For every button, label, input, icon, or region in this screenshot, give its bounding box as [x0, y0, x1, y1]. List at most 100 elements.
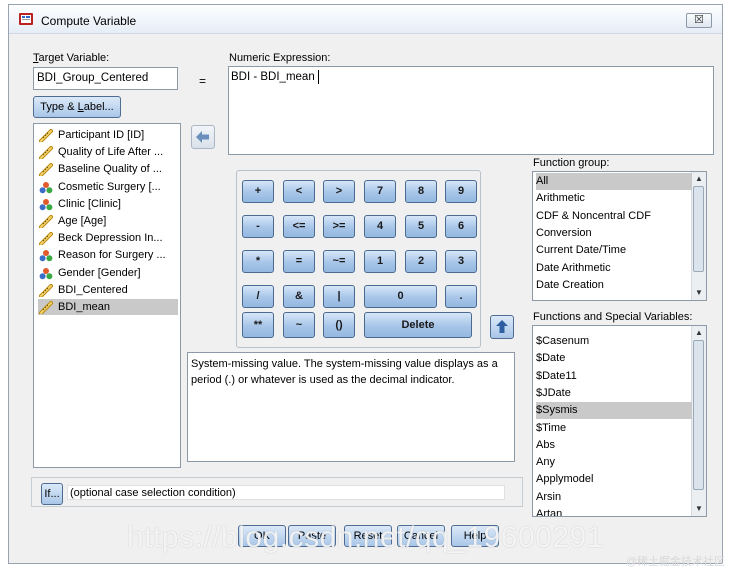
type-label-button[interactable]: Type & Label... — [33, 96, 121, 118]
function-group-item[interactable]: All — [536, 173, 692, 190]
keypad-button[interactable]: & — [283, 285, 315, 308]
function-item[interactable]: Artan — [536, 506, 692, 516]
scroll-thumb[interactable] — [693, 186, 704, 272]
close-button[interactable]: ☒ — [686, 13, 712, 28]
title-bar: Compute Variable ☒ — [9, 5, 722, 34]
function-group-item[interactable]: Arithmetic — [536, 190, 692, 207]
function-group-item[interactable]: Date Creation — [536, 277, 692, 294]
function-group-item[interactable]: Date Arithmetic — [536, 260, 692, 277]
keypad-button[interactable]: ** — [242, 312, 274, 338]
window-title: Compute Variable — [41, 14, 137, 28]
variable-item[interactable]: Beck Depression In... — [38, 230, 178, 246]
keypad-button[interactable]: >= — [323, 215, 355, 238]
keypad-button[interactable]: - — [242, 215, 274, 238]
keypad-button[interactable]: = — [283, 250, 315, 273]
keypad-button[interactable]: + — [242, 180, 274, 203]
function-group-item[interactable]: Current Date/Time — [536, 242, 692, 259]
keypad-button[interactable]: ~= — [323, 250, 355, 273]
keypad-button[interactable]: > — [323, 180, 355, 203]
functions-list[interactable]: ▲ ▼ $Casenum $Date $Date11 $JDate $Sysmis $Ti… — [532, 325, 707, 517]
variable-item[interactable]: Reason for Surgery ... — [38, 247, 178, 263]
scroll-up-icon[interactable]: ▲ — [693, 327, 705, 339]
function-item[interactable]: $Time — [536, 420, 692, 437]
delete-button[interactable]: Delete — [364, 312, 472, 338]
scroll-thumb[interactable] — [693, 340, 704, 490]
app-icon — [19, 13, 33, 25]
keypad-button[interactable]: 4 — [364, 215, 396, 238]
compute-variable-dialog: Compute Variable ☒ Target Variable: BDI_… — [8, 4, 723, 564]
scroll-down-icon[interactable]: ▼ — [693, 287, 705, 299]
move-function-up-button[interactable] — [490, 315, 514, 339]
function-description: System-missing value. The system-missing… — [187, 352, 515, 462]
keypad-button[interactable]: 3 — [445, 250, 477, 273]
variable-item[interactable]: Cosmetic Surgery [... — [38, 179, 178, 195]
variable-label: Cosmetic Surgery [... — [58, 180, 161, 193]
if-button-label: If... — [44, 488, 60, 500]
keypad-button[interactable]: | — [323, 285, 355, 308]
arrow-left-icon — [196, 131, 209, 143]
move-variable-button[interactable] — [191, 125, 215, 149]
variable-label: Beck Depression In... — [58, 232, 163, 245]
numeric-expression-value: BDI - BDI_mean — [231, 71, 315, 83]
variable-label: Age [Age] — [58, 215, 107, 227]
variable-label: BDI_Centered — [58, 283, 128, 296]
keypad-button[interactable]: 7 — [364, 180, 396, 203]
variable-label: Clinic [Clinic] — [58, 197, 121, 210]
functions-label: Functions and Special Variables: — [533, 311, 693, 323]
keypad-button[interactable]: < — [283, 180, 315, 203]
variable-label: Quality of Life After ... — [58, 146, 164, 159]
variable-label: Gender [Gender] — [58, 266, 141, 279]
keypad-button[interactable]: 2 — [405, 250, 437, 273]
variable-item[interactable]: BDI_mean — [38, 299, 178, 315]
keypad-button[interactable]: 0 — [364, 285, 437, 308]
keypad-button[interactable]: . — [445, 285, 477, 308]
variable-item[interactable]: Participant ID [ID] — [38, 127, 178, 143]
variable-label: Baseline Quality of ... — [58, 163, 162, 176]
keypad-button[interactable]: * — [242, 250, 274, 273]
function-group-item[interactable]: CDF & Noncentral CDF — [536, 208, 692, 225]
keypad-button[interactable]: <= — [283, 215, 315, 238]
function-group-scrollbar[interactable]: ▲ ▼ — [691, 172, 706, 300]
keypad-button[interactable]: ~ — [283, 312, 315, 338]
function-group-item[interactable]: Conversion — [536, 225, 692, 242]
text-cursor — [318, 70, 319, 84]
function-item[interactable]: Any — [536, 454, 692, 471]
keypad-button[interactable]: 9 — [445, 180, 477, 203]
function-item[interactable]: $JDate — [536, 385, 692, 402]
variable-item[interactable]: Gender [Gender] — [38, 265, 178, 281]
function-item[interactable]: $Date11 — [536, 368, 692, 385]
if-condition-text: (optional case selection condition) — [70, 487, 236, 499]
keypad-button[interactable]: 8 — [405, 180, 437, 203]
keypad-button[interactable]: 6 — [445, 215, 477, 238]
variable-item[interactable]: Clinic [Clinic] — [38, 196, 178, 212]
function-item[interactable]: Arsin — [536, 489, 692, 506]
scroll-up-icon[interactable]: ▲ — [693, 173, 705, 185]
function-item[interactable]: $Date — [536, 350, 692, 367]
variable-item[interactable]: BDI_Centered — [38, 282, 178, 298]
function-group-list[interactable]: ▲ ▼ All Arithmetic CDF & Noncentral CDF Con… — [532, 171, 707, 301]
function-item[interactable]: Applymodel — [536, 471, 692, 488]
keypad-button[interactable]: / — [242, 285, 274, 308]
variable-item[interactable]: Quality of Life After ... — [38, 144, 178, 160]
scroll-down-icon[interactable]: ▼ — [693, 503, 705, 515]
credit-text: @稀土掘金技术社区 — [625, 556, 725, 568]
numeric-expression-input[interactable]: BDI - BDI_mean — [228, 66, 714, 155]
variable-item[interactable]: Age [Age] — [38, 213, 178, 229]
keypad-button[interactable]: 1 — [364, 250, 396, 273]
function-item[interactable]: $Sysmis — [536, 402, 692, 420]
target-variable-label-text: arget Variable: — [38, 52, 110, 64]
variable-item[interactable]: Baseline Quality of ... — [38, 161, 178, 177]
target-variable-value: BDI_Group_Centered — [37, 72, 149, 84]
keypad-button[interactable]: () — [323, 312, 355, 338]
function-item[interactable]: Abs — [536, 437, 692, 454]
functions-scrollbar[interactable]: ▲ ▼ — [691, 326, 706, 516]
variable-label: BDI_mean — [58, 301, 110, 313]
if-button[interactable]: If... — [41, 483, 63, 505]
target-variable-label: Target Variable: — [33, 52, 110, 64]
equals-sign: = — [199, 74, 207, 88]
variable-list[interactable]: Participant ID [ID] Quality of Life After… — [33, 123, 181, 468]
watermark-text: https://blog.csdn.net/qq_19600291 — [127, 521, 604, 554]
target-variable-input[interactable]: BDI_Group_Centered — [33, 67, 178, 90]
function-item[interactable]: $Casenum — [536, 333, 692, 350]
keypad-button[interactable]: 5 — [405, 215, 437, 238]
